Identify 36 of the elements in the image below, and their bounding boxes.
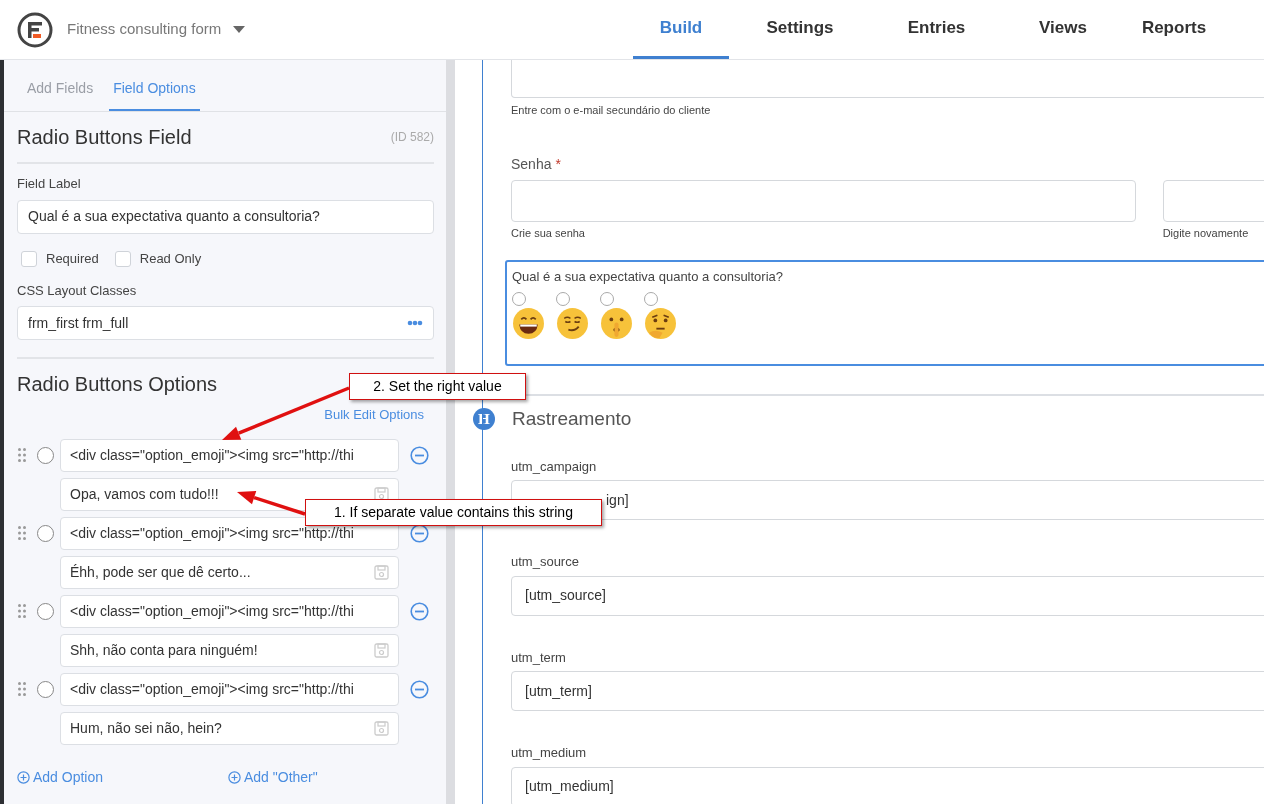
checkbox[interactable]: Read Only xyxy=(114,248,202,269)
panel-heading: Radio Buttons Field xyxy=(17,125,192,150)
input-field[interactable]: [utm_medium] xyxy=(511,766,1264,804)
help-text: Entre com o e-mail secundário do cliente xyxy=(511,103,711,118)
field-label: Senha * xyxy=(511,154,561,174)
option-label-field[interactable]: <div class="option_emoji"><img src="http://thi xyxy=(60,594,399,628)
annotation-tooltip: 2. Set the right value xyxy=(349,373,526,400)
annotation-tooltip: 1. If separate value contains this string xyxy=(305,499,602,526)
input-field[interactable]: Qual é a sua expectativa quanto a consultoria? xyxy=(17,199,434,234)
nav-tab[interactable]: Entries xyxy=(871,0,1002,59)
option-value-field[interactable]: Hum, não sei não, hein? xyxy=(60,711,399,745)
field-label: Qual é a sua expectativa quanto a consultoria? xyxy=(512,268,783,286)
section-heading: Radio Buttons Options xyxy=(17,372,218,397)
nav-tab[interactable]: Settings xyxy=(729,0,871,59)
field-label: utm_campaign xyxy=(511,457,597,476)
field-label: utm_source xyxy=(511,553,579,571)
input-field[interactable]: [utm_source] xyxy=(511,575,1264,616)
field-label: utm_term xyxy=(511,648,566,667)
field-label: CSS Layout Classes xyxy=(17,281,137,300)
field-label: utm_medium xyxy=(511,744,587,762)
section-heading: Rastreamento xyxy=(512,407,632,431)
field-id: (ID 582) xyxy=(390,129,434,146)
input-field[interactable]: frm_first frm_full xyxy=(17,306,434,340)
option-label-field[interactable]: <div class="option_emoji"><img src="http://thi xyxy=(60,672,399,706)
checkbox[interactable]: Required xyxy=(21,248,99,269)
nav-tab[interactable]: Reports xyxy=(1124,0,1224,59)
help-text: Crie sua senha xyxy=(511,225,585,241)
selected-field-card[interactable]: Qual é a sua expectativa quanto a consultoria? xyxy=(505,260,1264,366)
help-text: Digite novamente xyxy=(1162,225,1249,241)
nav-tab[interactable]: Views xyxy=(1002,0,1124,59)
option-value-field[interactable]: Éhh, pode ser que dê certo... xyxy=(60,555,399,589)
option-label-field[interactable]: <div class="option_emoji"><img src="http://thi xyxy=(60,438,399,472)
option-value-field[interactable]: Shh, não conta para ninguém! xyxy=(60,633,399,667)
form-title-dropdown[interactable]: Fitness consulting form xyxy=(67,18,246,41)
field-label: Field Label xyxy=(17,175,81,193)
input-field[interactable]: [utm_term] xyxy=(511,671,1264,711)
